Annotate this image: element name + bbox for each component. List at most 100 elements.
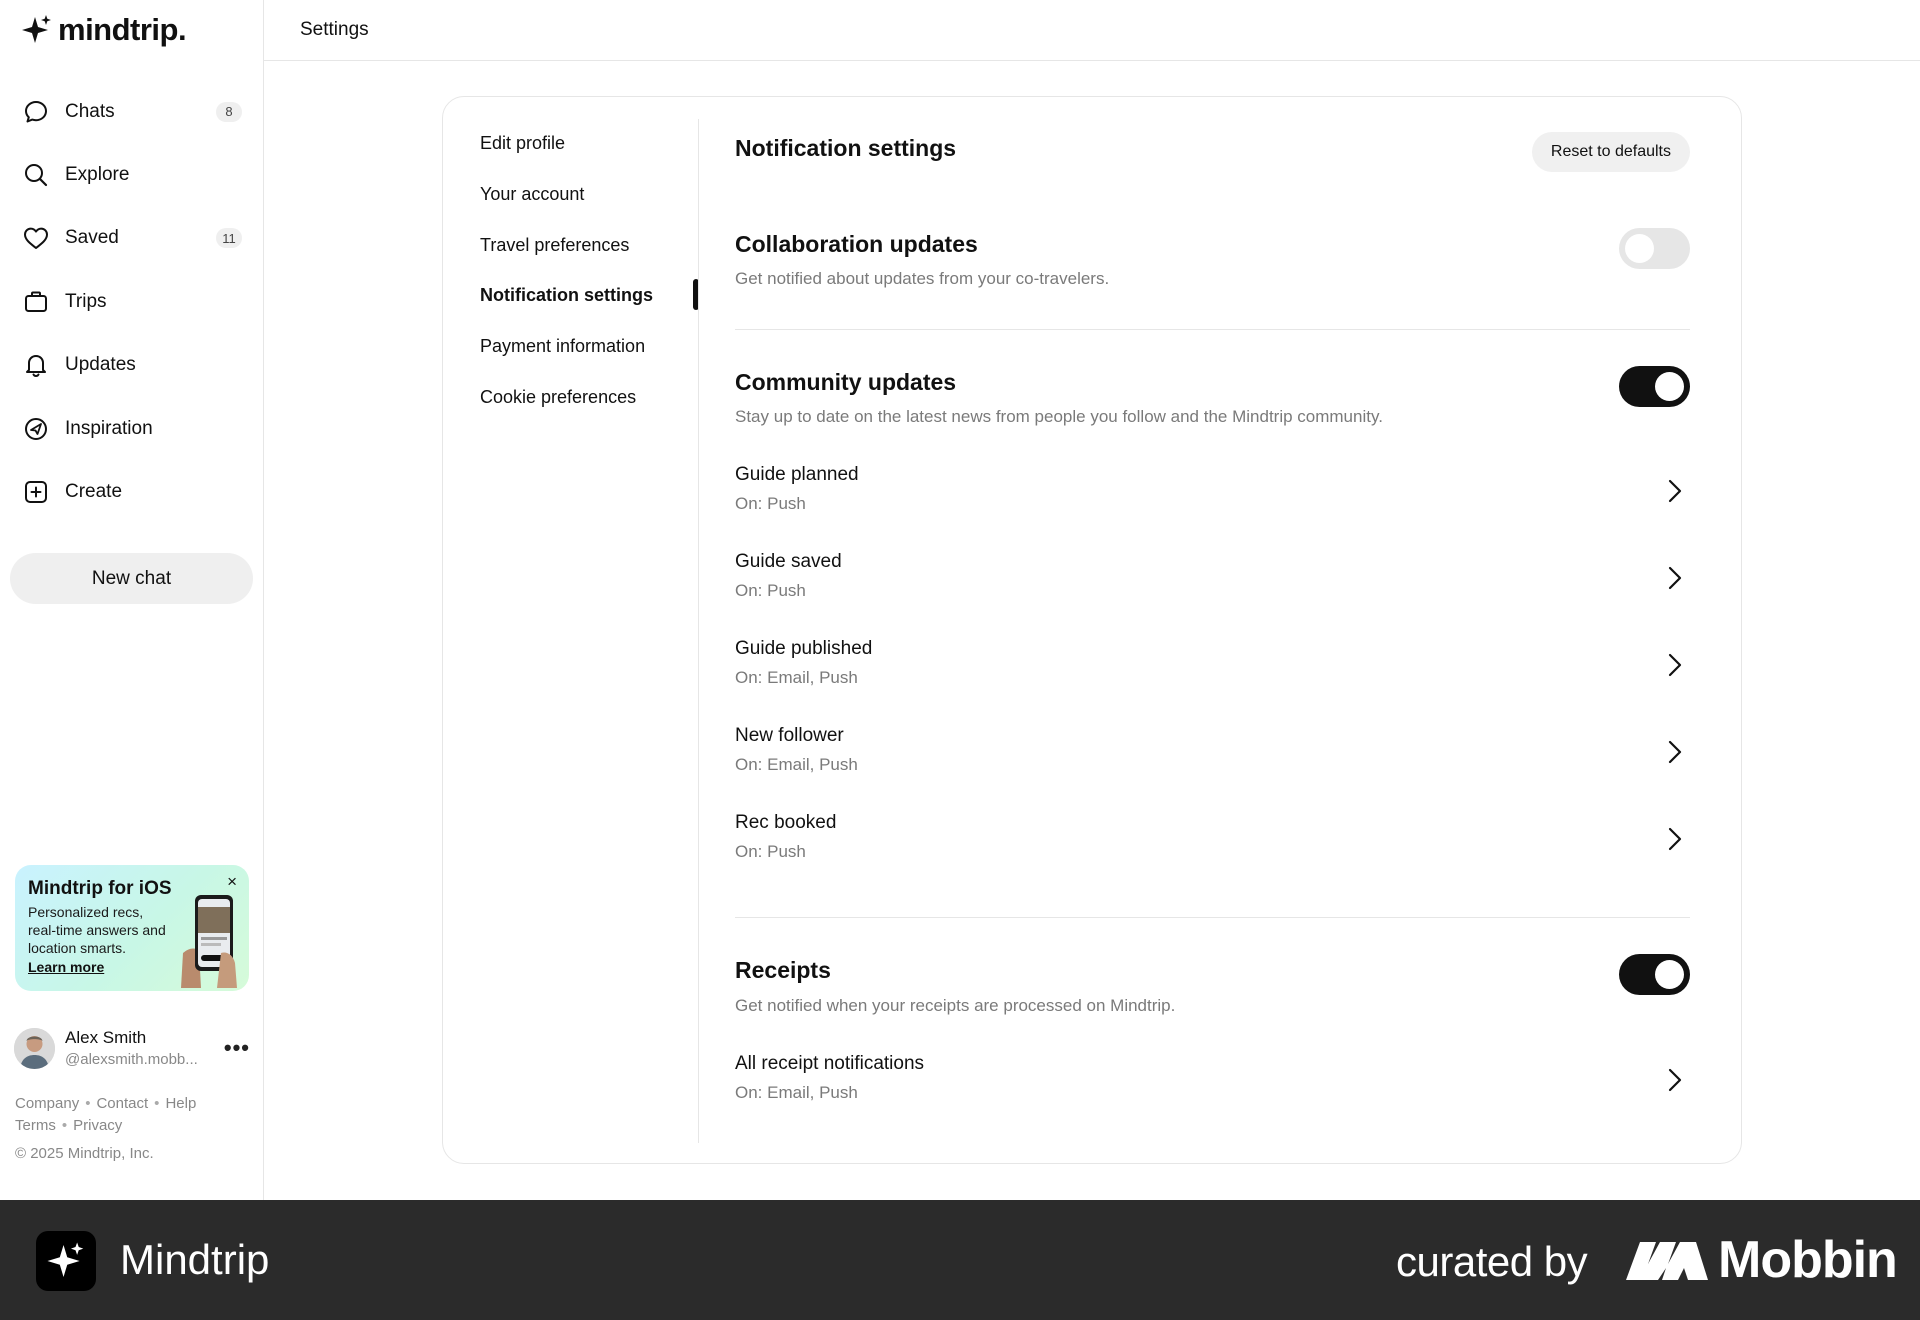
bell-icon bbox=[22, 351, 50, 379]
footer-link-terms[interactable]: Terms bbox=[15, 1117, 56, 1134]
mindtrip-app-icon bbox=[36, 1231, 96, 1291]
community-updates-toggle[interactable] bbox=[1619, 366, 1690, 407]
settings-nav-edit-profile[interactable]: Edit profile bbox=[480, 133, 565, 154]
chevron-right-icon bbox=[1668, 1068, 1682, 1092]
curated-by-text: curated by bbox=[1396, 1238, 1588, 1285]
settings-card: Edit profile Your account Travel prefere… bbox=[442, 96, 1742, 1164]
mobbin-logo-icon bbox=[1626, 1242, 1708, 1280]
sidebar-item-create[interactable]: Create bbox=[10, 460, 254, 523]
notification-row-guide-published[interactable]: Guide published On: Email, Push bbox=[735, 638, 1690, 700]
sidebar-nav: Chats 8 Explore Saved 11 Trips Updates I… bbox=[10, 80, 254, 524]
sidebar-item-label: Inspiration bbox=[65, 417, 153, 439]
logo-text: mindtrip. bbox=[58, 12, 187, 47]
user-info: Alex Smith @alexsmith.mobb... bbox=[65, 1028, 224, 1068]
ios-promo-card: Mindtrip for iOS Personalized recs, real… bbox=[15, 865, 249, 991]
collaboration-updates-toggle[interactable] bbox=[1619, 228, 1690, 269]
row-title: Rec booked bbox=[735, 812, 837, 833]
row-title: Guide saved bbox=[735, 551, 842, 572]
row-status: On: Push bbox=[735, 842, 806, 861]
row-title: Guide published bbox=[735, 638, 873, 659]
new-chat-button[interactable]: New chat bbox=[10, 553, 253, 604]
sidebar-item-label: Updates bbox=[65, 354, 136, 376]
sidebar-item-label: Chats bbox=[65, 100, 115, 122]
row-title: Guide planned bbox=[735, 464, 859, 485]
community-updates-title: Community updates bbox=[735, 369, 957, 395]
toggle-knob bbox=[1625, 234, 1654, 263]
footer-links-row: Terms • Privacy bbox=[15, 1115, 196, 1137]
logo[interactable]: mindtrip. bbox=[20, 12, 187, 48]
notification-row-all-receipts[interactable]: All receipt notifications On: Email, Pus… bbox=[735, 1053, 1690, 1115]
settings-nav-your-account[interactable]: Your account bbox=[480, 184, 584, 205]
footer-link-company[interactable]: Company bbox=[15, 1095, 79, 1112]
chevron-right-icon bbox=[1668, 740, 1682, 764]
promo-title: Mindtrip for iOS bbox=[28, 878, 172, 899]
row-status: On: Push bbox=[735, 581, 806, 600]
settings-nav-cookie-preferences[interactable]: Cookie preferences bbox=[480, 387, 636, 408]
avatar bbox=[14, 1027, 55, 1069]
banner-app-name: Mindtrip bbox=[120, 1236, 270, 1283]
sidebar-item-label: Trips bbox=[65, 290, 107, 312]
settings-nav-payment-information[interactable]: Payment information bbox=[480, 336, 645, 357]
separator-dot: • bbox=[154, 1095, 160, 1112]
sidebar: mindtrip. Chats 8 Explore Saved 11 Trips… bbox=[0, 0, 264, 1200]
more-options-icon[interactable]: ••• bbox=[224, 1035, 250, 1061]
user-profile[interactable]: Alex Smith @alexsmith.mobb... ••• bbox=[14, 1026, 250, 1070]
row-status: On: Push bbox=[735, 494, 806, 513]
count-badge: 11 bbox=[216, 228, 242, 249]
section-heading: Notification settings bbox=[735, 135, 957, 161]
row-status: On: Email, Push bbox=[735, 668, 858, 687]
chevron-right-icon bbox=[1668, 827, 1682, 851]
chat-bubble-icon bbox=[22, 98, 50, 126]
community-updates-description: Stay up to date on the latest news from … bbox=[735, 407, 1383, 426]
notification-row-guide-saved[interactable]: Guide saved On: Push bbox=[735, 551, 1690, 613]
notification-settings-panel: Notification settings Reset to defaults … bbox=[735, 97, 1690, 1163]
chevron-right-icon bbox=[1668, 479, 1682, 503]
footer-links-row: Company • Contact • Help bbox=[15, 1093, 196, 1115]
user-handle: @alexsmith.mobb... bbox=[65, 1051, 198, 1068]
sidebar-item-chats[interactable]: Chats 8 bbox=[10, 80, 254, 143]
chevron-right-icon bbox=[1668, 566, 1682, 590]
close-icon[interactable]: × bbox=[227, 873, 237, 890]
reset-to-defaults-button[interactable]: Reset to defaults bbox=[1531, 132, 1690, 172]
sidebar-item-label: Explore bbox=[65, 164, 130, 186]
divider bbox=[698, 119, 699, 1143]
sidebar-item-saved[interactable]: Saved 11 bbox=[10, 207, 254, 270]
row-title: New follower bbox=[735, 725, 844, 746]
row-title: All receipt notifications bbox=[735, 1053, 925, 1074]
page-title: Settings bbox=[300, 19, 369, 40]
toggle-knob bbox=[1655, 372, 1684, 401]
promo-description: Personalized recs, real-time answers and… bbox=[28, 904, 166, 956]
sidebar-item-label: Saved bbox=[65, 227, 119, 249]
settings-nav-notification-settings[interactable]: Notification settings bbox=[480, 285, 653, 306]
settings-nav: Edit profile Your account Travel prefere… bbox=[443, 97, 699, 1163]
sidebar-item-updates[interactable]: Updates bbox=[10, 334, 254, 397]
search-icon bbox=[22, 161, 50, 189]
footer-link-contact[interactable]: Contact bbox=[96, 1095, 148, 1112]
top-bar: Settings bbox=[264, 0, 1920, 61]
receipts-title: Receipts bbox=[735, 957, 831, 983]
notification-row-guide-planned[interactable]: Guide planned On: Push bbox=[735, 464, 1690, 526]
receipts-description: Get notified when your receipts are proc… bbox=[735, 996, 1176, 1015]
count-badge: 8 bbox=[216, 101, 242, 122]
settings-nav-travel-preferences[interactable]: Travel preferences bbox=[480, 235, 629, 256]
footer-link-privacy[interactable]: Privacy bbox=[73, 1117, 122, 1134]
toggle-knob bbox=[1655, 960, 1684, 989]
curated-by-banner: Mindtrip curated by Mobbin bbox=[0, 1200, 1920, 1320]
sidebar-item-trips[interactable]: Trips bbox=[10, 270, 254, 333]
row-status: On: Email, Push bbox=[735, 755, 858, 774]
mobbin-wordmark: Mobbin bbox=[1718, 1231, 1898, 1289]
receipts-toggle[interactable] bbox=[1619, 954, 1690, 995]
sidebar-item-inspiration[interactable]: Inspiration bbox=[10, 397, 254, 460]
notification-row-new-follower[interactable]: New follower On: Email, Push bbox=[735, 725, 1690, 787]
collaboration-updates-description: Get notified about updates from your co-… bbox=[735, 269, 1110, 288]
row-status: On: Email, Push bbox=[735, 1083, 858, 1102]
learn-more-link[interactable]: Learn more bbox=[28, 959, 104, 975]
separator-dot: • bbox=[61, 1117, 68, 1134]
collaboration-updates-title: Collaboration updates bbox=[735, 231, 978, 257]
footer-link-help[interactable]: Help bbox=[165, 1095, 196, 1112]
sidebar-item-label: Create bbox=[65, 481, 123, 503]
divider bbox=[735, 329, 1690, 330]
separator-dot: • bbox=[85, 1095, 91, 1112]
sidebar-item-explore[interactable]: Explore bbox=[10, 143, 254, 206]
notification-row-rec-booked[interactable]: Rec booked On: Push bbox=[735, 812, 1690, 874]
